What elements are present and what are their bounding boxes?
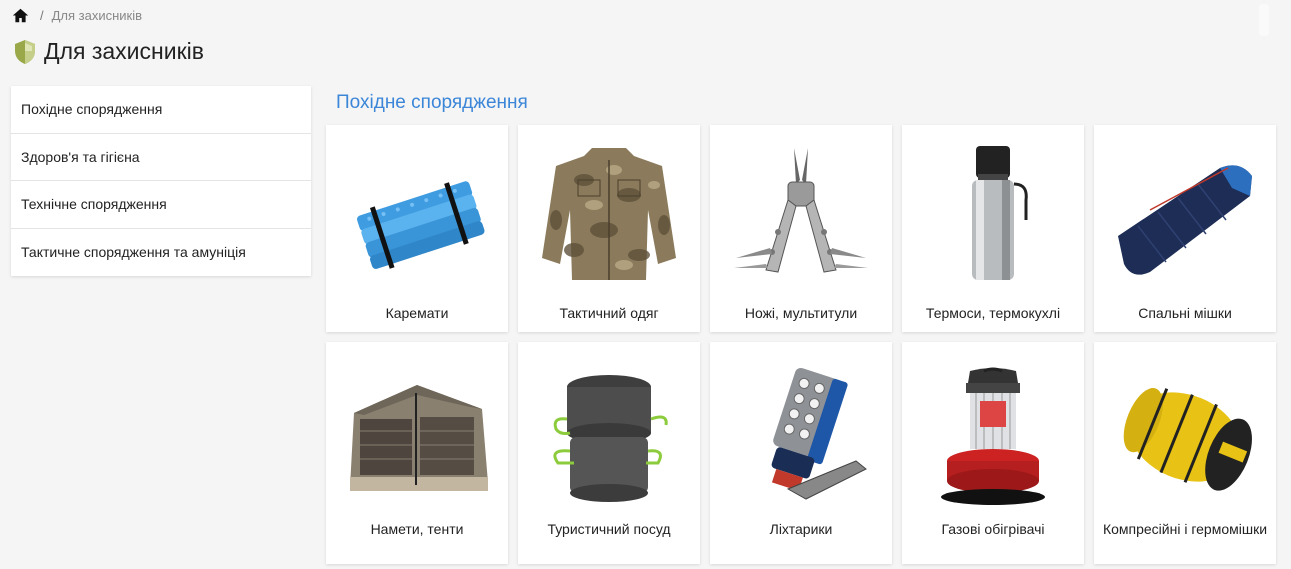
category-card-sleeping-bags[interactable]: Спальні мішки <box>1094 125 1276 332</box>
thermos-image <box>902 135 1084 290</box>
compression-bag-image <box>1094 357 1276 517</box>
home-icon[interactable] <box>12 6 30 24</box>
sleeping-bag-image <box>1094 135 1276 290</box>
category-grid: Каремати Тактичний одяг Ножі, мультитули… <box>326 125 1276 564</box>
camo-jacket-image <box>518 135 700 290</box>
heater-image <box>902 357 1084 517</box>
category-card-tents[interactable]: Намети, тенти <box>326 342 508 564</box>
category-card-tactical-clothing[interactable]: Тактичний одяг <box>518 125 700 332</box>
sidebar-item-tactical-gear[interactable]: Тактичне спорядження та амуніція <box>11 229 311 277</box>
category-label: Газові обігрівачі <box>941 521 1045 537</box>
category-label: Компресійні і гермомішки <box>1102 521 1268 537</box>
multitool-image <box>710 135 892 290</box>
scrollbar[interactable] <box>1259 4 1269 36</box>
category-label: Спальні мішки <box>1138 305 1232 321</box>
category-card-cookware[interactable]: Туристичний посуд <box>518 342 700 564</box>
flashlight-image <box>710 357 892 517</box>
category-card-thermos[interactable]: Термоси, термокухлі <box>902 125 1084 332</box>
tent-image <box>326 357 508 517</box>
breadcrumb-separator: / <box>40 7 44 23</box>
category-label: Ножі, мультитули <box>744 305 858 321</box>
sidebar-item-camping-gear[interactable]: Похідне спорядження <box>11 86 311 134</box>
sidebar: Похідне спорядження Здоров'я та гігієна … <box>11 86 311 276</box>
category-label: Намети, тенти <box>370 521 464 537</box>
section-title: Похідне спорядження <box>336 92 528 113</box>
category-card-mats[interactable]: Каремати <box>326 125 508 332</box>
sidebar-item-health-hygiene[interactable]: Здоров'я та гігієна <box>11 134 311 181</box>
page-title-text: Для захисників <box>44 38 204 64</box>
category-label: Туристичний посуд <box>547 521 671 537</box>
sidebar-item-technical-gear[interactable]: Технічне спорядження <box>11 181 311 229</box>
page-title: Для захисників <box>13 38 204 65</box>
category-card-knives-multitools[interactable]: Ножі, мультитули <box>710 125 892 332</box>
breadcrumb-current: Для захисників <box>51 7 143 23</box>
category-label: Каремати <box>385 305 449 321</box>
cookware-image <box>518 357 700 517</box>
category-card-gas-heaters[interactable]: Газові обігрівачі <box>902 342 1084 564</box>
category-card-flashlights[interactable]: Ліхтарики <box>710 342 892 564</box>
shield-icon <box>13 39 37 65</box>
breadcrumb: / Для захисників <box>12 5 142 25</box>
category-card-compression-bags[interactable]: Компресійні і гермомішки <box>1094 342 1276 564</box>
category-label: Термоси, термокухлі <box>925 305 1061 321</box>
foam-mat-image <box>326 135 508 290</box>
category-label: Ліхтарики <box>769 521 833 537</box>
category-label: Тактичний одяг <box>559 305 659 321</box>
